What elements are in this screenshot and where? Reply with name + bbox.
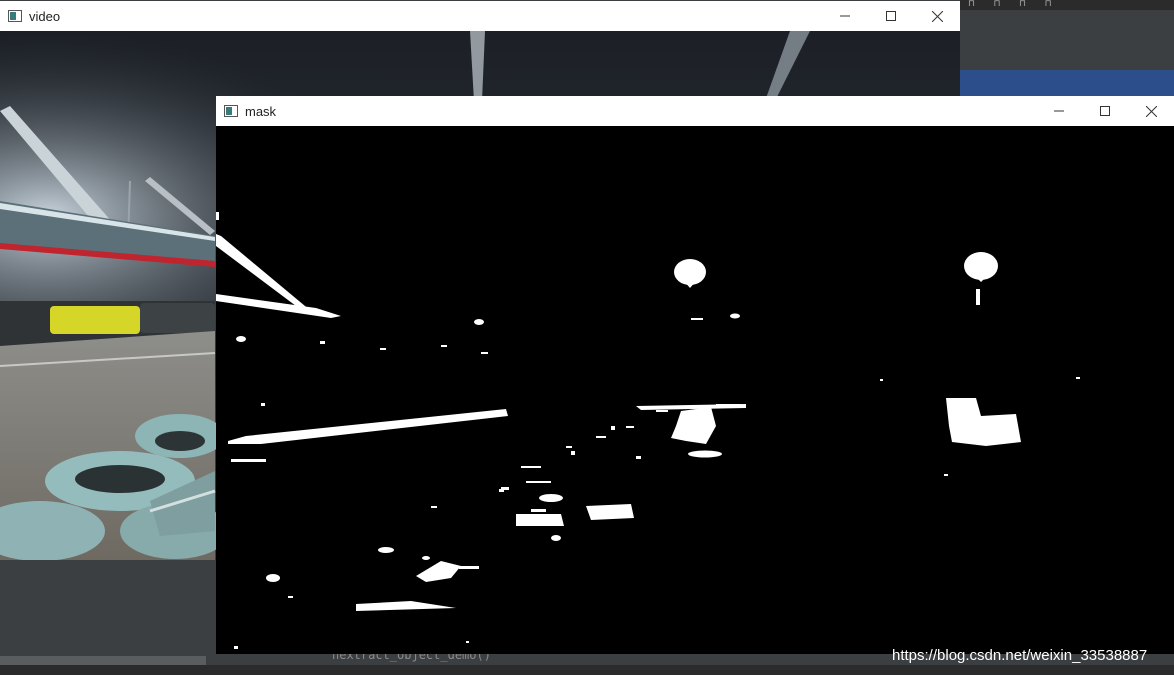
ide-selected-row — [960, 70, 1174, 96]
video-window-title: video — [29, 8, 61, 24]
ide-status-bar — [0, 665, 1174, 675]
mask-titlebar[interactable]: mask — [216, 96, 1174, 126]
mask-window[interactable]: mask — [216, 96, 1174, 654]
mask-frame — [216, 126, 1174, 654]
mask-frame-image — [216, 126, 1174, 654]
close-icon — [1145, 105, 1157, 117]
ide-toolbar-icons: ⊓ ⊓ ⊓ ⊓ — [968, 0, 1060, 8]
maximize-icon — [886, 11, 896, 21]
mask-window-title: mask — [245, 103, 277, 119]
watermark-text: https://blog.csdn.net/weixin_33538887 — [892, 647, 1148, 664]
minimize-icon — [840, 15, 850, 17]
minimize-icon — [1054, 110, 1064, 112]
maximize-button[interactable] — [1082, 96, 1128, 126]
ide-panel — [960, 10, 1174, 70]
close-icon — [931, 10, 943, 22]
maximize-icon — [1100, 106, 1110, 116]
close-button[interactable] — [914, 1, 960, 31]
ide-horizontal-scrollbar[interactable] — [0, 656, 206, 665]
maximize-button[interactable] — [868, 1, 914, 31]
minimize-button[interactable] — [1036, 96, 1082, 126]
video-titlebar[interactable]: video — [0, 1, 960, 31]
app-icon — [224, 105, 238, 117]
app-icon — [8, 10, 22, 22]
minimize-button[interactable] — [822, 1, 868, 31]
close-button[interactable] — [1128, 96, 1174, 126]
